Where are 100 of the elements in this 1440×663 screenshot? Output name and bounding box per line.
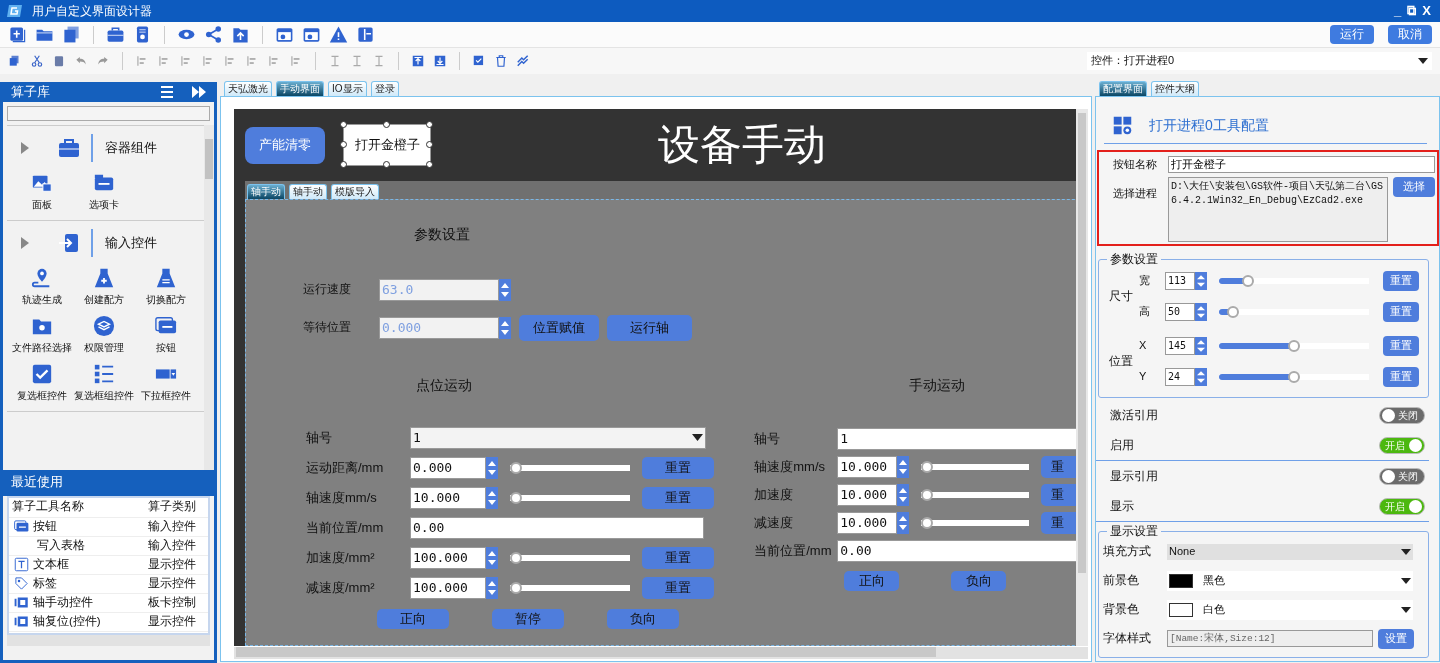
reset-button[interactable]: 重置 [642, 486, 714, 509]
action-button[interactable]: 运行轴 [607, 314, 692, 341]
tool-label[interactable]: 复选框控件 [17, 390, 67, 401]
text-field[interactable]: 0.00 [410, 516, 704, 539]
dropdown[interactable]: 黑色 [1167, 570, 1413, 591]
close-button[interactable]: X [1419, 3, 1434, 19]
direction-button[interactable]: 暂停 [492, 608, 564, 629]
field-label: 等待位置 [303, 320, 352, 335]
table-cell: 显示控件 [147, 557, 196, 570]
toggle-switch[interactable]: 关闭 [1379, 468, 1425, 485]
switch-label: 启用 [1110, 438, 1134, 453]
field-label: 运动距离/mm [306, 460, 385, 476]
table-cell: 板卡控制 [147, 595, 196, 608]
dropdown[interactable]: None [1167, 543, 1413, 560]
section-title: 最近使用 [3, 470, 214, 496]
dropdown[interactable]: 1 [410, 426, 706, 449]
panel-title: 算子库 [11, 84, 50, 100]
group-title: 显示设置 [1109, 525, 1159, 537]
tool-label[interactable]: 切换配方 [146, 294, 186, 305]
text-field[interactable]: 打开金橙子 [1167, 156, 1435, 173]
tab[interactable]: 轴手动 [289, 184, 327, 199]
field-label: 当前位置/mm [754, 543, 833, 559]
direction-button[interactable]: 正向 [844, 570, 900, 591]
tool-label[interactable]: 轨迹生成 [22, 294, 62, 305]
direction-button[interactable]: 负向 [951, 570, 1007, 591]
restore-button[interactable]: ⧉ [1404, 3, 1420, 19]
dropdown-value: 1 [413, 430, 421, 446]
toggle-switch[interactable]: 关闭 [1379, 407, 1425, 424]
window-title: 用户自定义界面设计器 [32, 3, 152, 19]
tool-label[interactable]: 创建配方 [84, 294, 124, 305]
reset-button[interactable]: 重置 [1383, 336, 1419, 356]
field-label: 减速度/mm² [306, 580, 376, 596]
process-path-field[interactable]: D:\大任\安装包\GS软件-项目\天弘第二台\GS6.4.2.1Win32_En_Debug\EzCad2.exe [1168, 177, 1388, 242]
table-cell: 显示控件 [147, 614, 196, 627]
reset-button[interactable]: 重置 [642, 546, 714, 569]
tool-label[interactable]: 复选框组控件 [74, 390, 134, 401]
field-label: 填充方式 [1103, 544, 1152, 559]
dropdown-value: None [1169, 544, 1196, 559]
table-cell: 显示控件 [147, 576, 196, 589]
reset-button[interactable]: 重 [1041, 455, 1076, 478]
tab[interactable]: 轴手动 [247, 184, 285, 199]
column-header: 算子类别 [135, 498, 208, 517]
field-label: 加速度/mm² [306, 550, 376, 566]
tab[interactable]: 登录 [370, 81, 399, 96]
reset-button[interactable]: 重置 [1383, 302, 1419, 322]
tool-label[interactable]: 面板 [32, 200, 52, 210]
section-title: 参数设置 [414, 226, 471, 243]
direction-button[interactable]: 负向 [607, 608, 679, 629]
action-button[interactable]: 位置赋值 [519, 314, 599, 341]
tool-label[interactable]: 权限管理 [84, 342, 124, 353]
tab[interactable]: 手动界面 [276, 81, 324, 96]
tool-label[interactable]: 选项卡 [89, 200, 119, 210]
text-field[interactable]: 0.00 [837, 539, 1076, 562]
tool-label[interactable]: 文件路径选择 [12, 342, 72, 353]
reset-button[interactable]: 重 [1041, 511, 1076, 534]
tool-label[interactable]: 按钮 [156, 342, 176, 353]
control-dropdown[interactable]: 控件：打开进程0 [1087, 52, 1432, 70]
field-label: 轴号 [754, 431, 782, 447]
field-label: 运行速度 [303, 282, 352, 297]
tab[interactable]: 模版导入 [331, 184, 379, 199]
minimize-button[interactable]: _ [1391, 3, 1405, 19]
text-field[interactable]: [Name:宋体,Size:12] [1167, 630, 1373, 647]
tab[interactable]: IO显示 [328, 81, 367, 96]
select-button[interactable]: 选择 [1393, 177, 1435, 197]
switch-label: 显示 [1110, 499, 1134, 514]
field-label: 轴速度mm/s [306, 490, 378, 506]
table-cell: 写入表格 [37, 538, 85, 553]
tab[interactable]: 天弘激光 [224, 81, 272, 96]
table-cell: 输入控件 [147, 519, 196, 532]
field-label: 宽 [1139, 274, 1151, 288]
field-label: 按钮名称 [1113, 157, 1158, 172]
canvas-button[interactable]: 产能清零 [245, 126, 325, 164]
field-label: 轴号 [306, 430, 333, 446]
reset-button[interactable]: 重置 [1383, 367, 1419, 387]
table-cell: 输入控件 [147, 538, 196, 551]
cancel-button[interactable]: 取消 [1388, 25, 1432, 44]
canvas-title: 设备手动 [658, 119, 826, 171]
run-button[interactable]: 运行 [1330, 25, 1374, 44]
direction-button[interactable]: 正向 [377, 608, 449, 629]
table-cell: 标签 [33, 576, 57, 591]
group-title[interactable]: 输入控件 [105, 235, 157, 251]
reset-button[interactable]: 重置 [642, 576, 714, 599]
tab[interactable]: 配置界面 [1099, 81, 1147, 96]
switch-label: 激活引用 [1110, 408, 1158, 423]
group-title[interactable]: 容器组件 [105, 140, 157, 156]
reset-button[interactable]: 重置 [1383, 271, 1419, 291]
text-field[interactable]: 1 [837, 427, 1076, 450]
tab[interactable]: 控件大纲 [1151, 81, 1199, 96]
field-label: 加速度 [754, 487, 795, 503]
dropdown[interactable]: 白色 [1167, 599, 1413, 620]
tool-label[interactable]: 下拉框控件 [141, 390, 191, 401]
field-label: 前景色 [1103, 573, 1140, 588]
field-label: 减速度 [754, 515, 795, 531]
reset-button[interactable]: 重 [1041, 483, 1076, 506]
settings-button[interactable]: 设置 [1378, 628, 1414, 649]
table-cell: 文本框 [33, 557, 69, 572]
field-label: 尺寸 [1108, 289, 1134, 304]
table-cell: 轴手动控件 [33, 595, 93, 610]
field-label: 当前位置/mm [306, 520, 385, 536]
reset-button[interactable]: 重置 [642, 456, 714, 479]
